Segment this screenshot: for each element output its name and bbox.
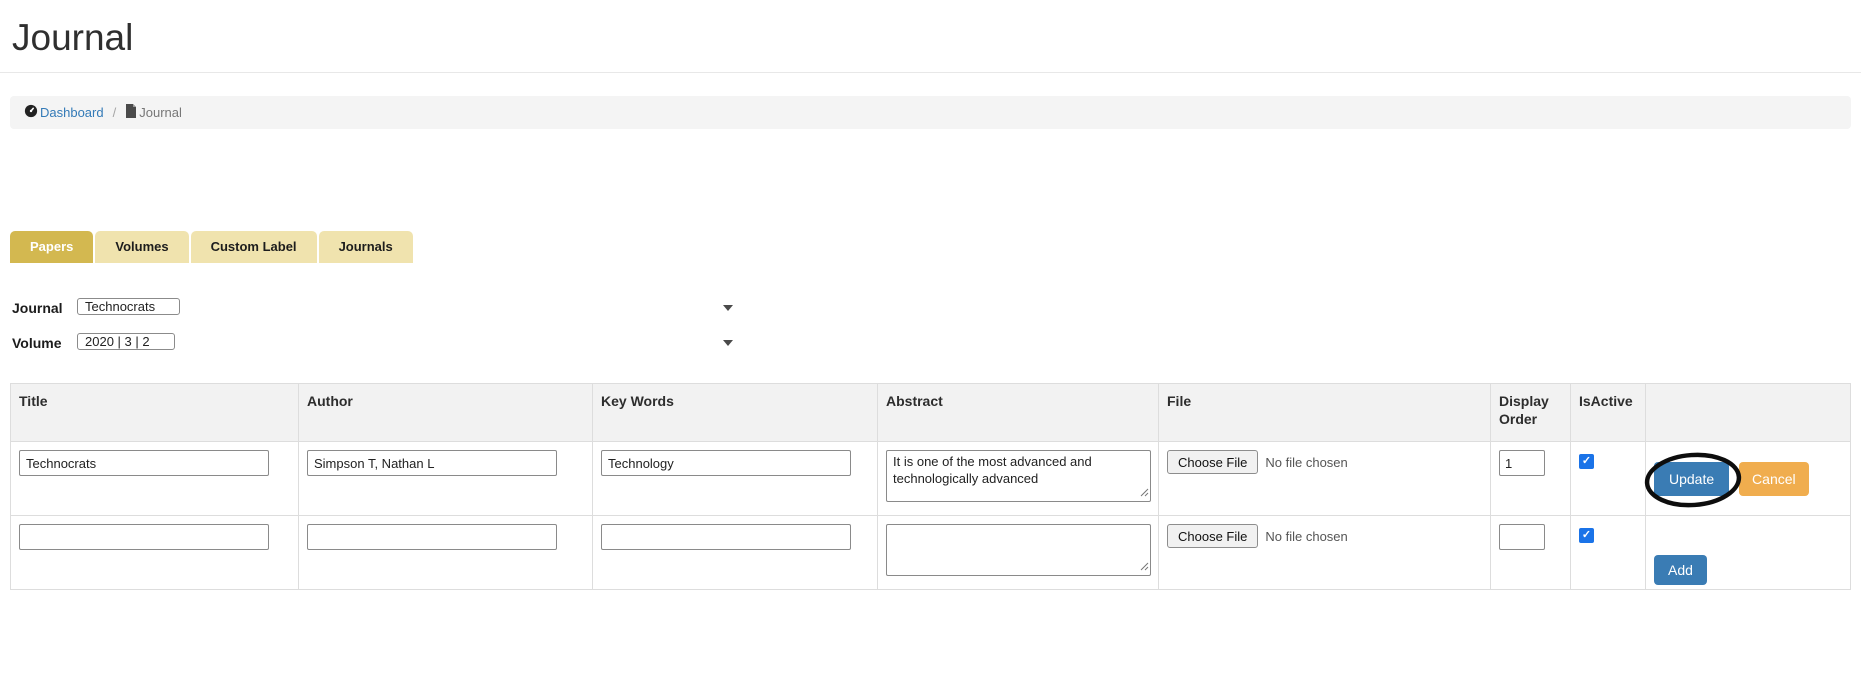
volume-select-label: Volume xyxy=(12,335,77,351)
display-order-input[interactable] xyxy=(1499,524,1545,550)
breadcrumb-separator: / xyxy=(113,105,117,120)
add-button[interactable]: Add xyxy=(1654,555,1707,585)
author-input[interactable] xyxy=(307,524,557,550)
dashboard-icon xyxy=(24,104,38,121)
tab-papers[interactable]: Papers xyxy=(10,231,93,263)
cancel-button[interactable]: Cancel xyxy=(1739,462,1809,496)
table-row: Choose File No file chosen ✓ Add xyxy=(11,516,1851,590)
col-header-keywords: Key Words xyxy=(593,384,878,442)
choose-file-button[interactable]: Choose File xyxy=(1167,450,1258,474)
journal-select[interactable]: Technocrats xyxy=(77,298,180,315)
title-input[interactable] xyxy=(19,450,269,476)
display-order-input[interactable] xyxy=(1499,450,1545,476)
isactive-checkbox[interactable]: ✓ xyxy=(1579,454,1594,469)
col-header-actions xyxy=(1646,384,1851,442)
abstract-textarea[interactable] xyxy=(886,524,1151,576)
table-row: It is one of the most advanced and techn… xyxy=(11,442,1851,516)
update-button[interactable]: Update xyxy=(1654,462,1729,496)
tab-volumes[interactable]: Volumes xyxy=(95,231,188,263)
tab-journals[interactable]: Journals xyxy=(319,231,413,263)
isactive-checkbox[interactable]: ✓ xyxy=(1579,528,1594,543)
file-status-text: No file chosen xyxy=(1265,455,1347,470)
breadcrumb: Dashboard / Journal xyxy=(10,96,1851,129)
papers-table: Title Author Key Words Abstract File Dis… xyxy=(10,383,1851,590)
tab-custom-label[interactable]: Custom Label xyxy=(191,231,317,263)
volume-select[interactable]: 2020 | 3 | 2 xyxy=(77,333,175,350)
journal-file-icon xyxy=(125,104,137,121)
breadcrumb-dashboard-link[interactable]: Dashboard xyxy=(24,104,104,121)
tab-bar: Papers Volumes Custom Label Journals xyxy=(10,231,1861,263)
col-header-file: File xyxy=(1159,384,1491,442)
title-input[interactable] xyxy=(19,524,269,550)
chevron-down-icon xyxy=(723,340,733,346)
breadcrumb-dashboard-label: Dashboard xyxy=(40,105,104,120)
col-header-isactive: IsActive xyxy=(1571,384,1646,442)
col-header-display-order: Display Order xyxy=(1491,384,1571,442)
col-header-title: Title xyxy=(11,384,299,442)
col-header-abstract: Abstract xyxy=(878,384,1159,442)
title-divider xyxy=(0,72,1861,73)
table-header-row: Title Author Key Words Abstract File Dis… xyxy=(11,384,1851,442)
choose-file-button[interactable]: Choose File xyxy=(1167,524,1258,548)
keywords-input[interactable] xyxy=(601,450,851,476)
abstract-textarea[interactable]: It is one of the most advanced and techn… xyxy=(886,450,1151,502)
file-status-text: No file chosen xyxy=(1265,529,1347,544)
col-header-author: Author xyxy=(299,384,593,442)
page-title: Journal xyxy=(12,16,1861,60)
breadcrumb-current: Journal xyxy=(125,104,182,121)
breadcrumb-current-label: Journal xyxy=(139,105,182,120)
journal-select-label: Journal xyxy=(12,300,77,316)
keywords-input[interactable] xyxy=(601,524,851,550)
filter-panel: Journal Technocrats Volume 2020 | 3 | 2 xyxy=(12,295,1861,356)
author-input[interactable] xyxy=(307,450,557,476)
chevron-down-icon xyxy=(723,305,733,311)
